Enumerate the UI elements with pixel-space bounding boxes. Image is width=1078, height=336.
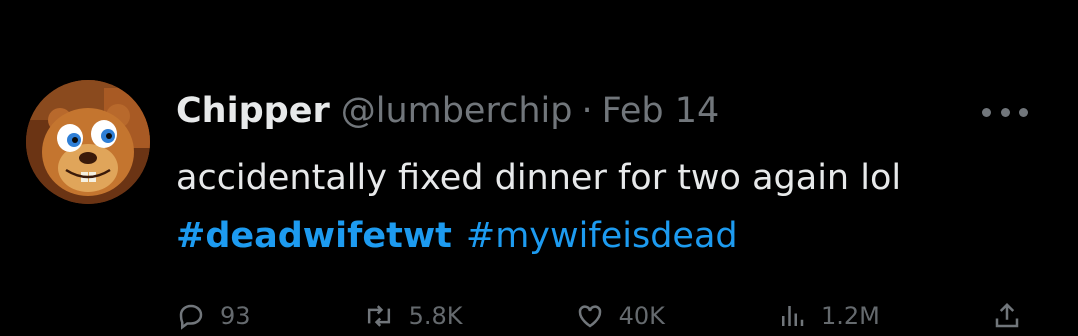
hashtag-link[interactable]: #mywifeisdead bbox=[466, 216, 738, 256]
tweet-text: accidentally fixed dinner for two again … bbox=[176, 158, 902, 198]
hashtag-row: #deadwifetwt #mywifeisdead bbox=[176, 208, 738, 264]
tweet[interactable]: Chipper @lumberchip · Feb 14 accidentall… bbox=[0, 0, 1078, 330]
display-name[interactable]: Chipper bbox=[176, 86, 330, 136]
tweet-date[interactable]: Feb 14 bbox=[602, 86, 720, 136]
share-button[interactable] bbox=[992, 296, 1036, 336]
more-options-button[interactable] bbox=[982, 100, 1028, 124]
retweet-icon bbox=[367, 305, 390, 327]
share-icon bbox=[995, 302, 1019, 328]
reply-button[interactable]: 93 bbox=[176, 296, 251, 336]
separator-dot: · bbox=[581, 91, 593, 131]
user-handle[interactable]: @lumberchip bbox=[341, 86, 573, 136]
more-horizontal-icon bbox=[1000, 107, 1010, 117]
like-button[interactable]: 40K bbox=[575, 296, 665, 336]
views-count: 1.2M bbox=[821, 302, 880, 330]
action-bar: 93 5.8K 40K 1.2M bbox=[176, 296, 1036, 336]
avatar[interactable] bbox=[26, 80, 150, 204]
more-horizontal-icon bbox=[982, 107, 991, 117]
more-horizontal-icon bbox=[1019, 107, 1028, 117]
like-icon bbox=[578, 305, 601, 328]
hashtag-link[interactable]: #deadwifetwt bbox=[176, 216, 452, 256]
views-icon bbox=[782, 306, 804, 326]
reply-count: 93 bbox=[220, 302, 251, 330]
reply-icon bbox=[179, 304, 203, 330]
views-button[interactable]: 1.2M bbox=[777, 296, 880, 336]
retweet-button[interactable]: 5.8K bbox=[363, 296, 463, 336]
beaver-avatar-icon bbox=[26, 80, 150, 204]
tweet-header: Chipper @lumberchip · Feb 14 bbox=[176, 86, 719, 136]
like-count: 40K bbox=[618, 302, 665, 330]
retweet-count: 5.8K bbox=[408, 302, 463, 330]
